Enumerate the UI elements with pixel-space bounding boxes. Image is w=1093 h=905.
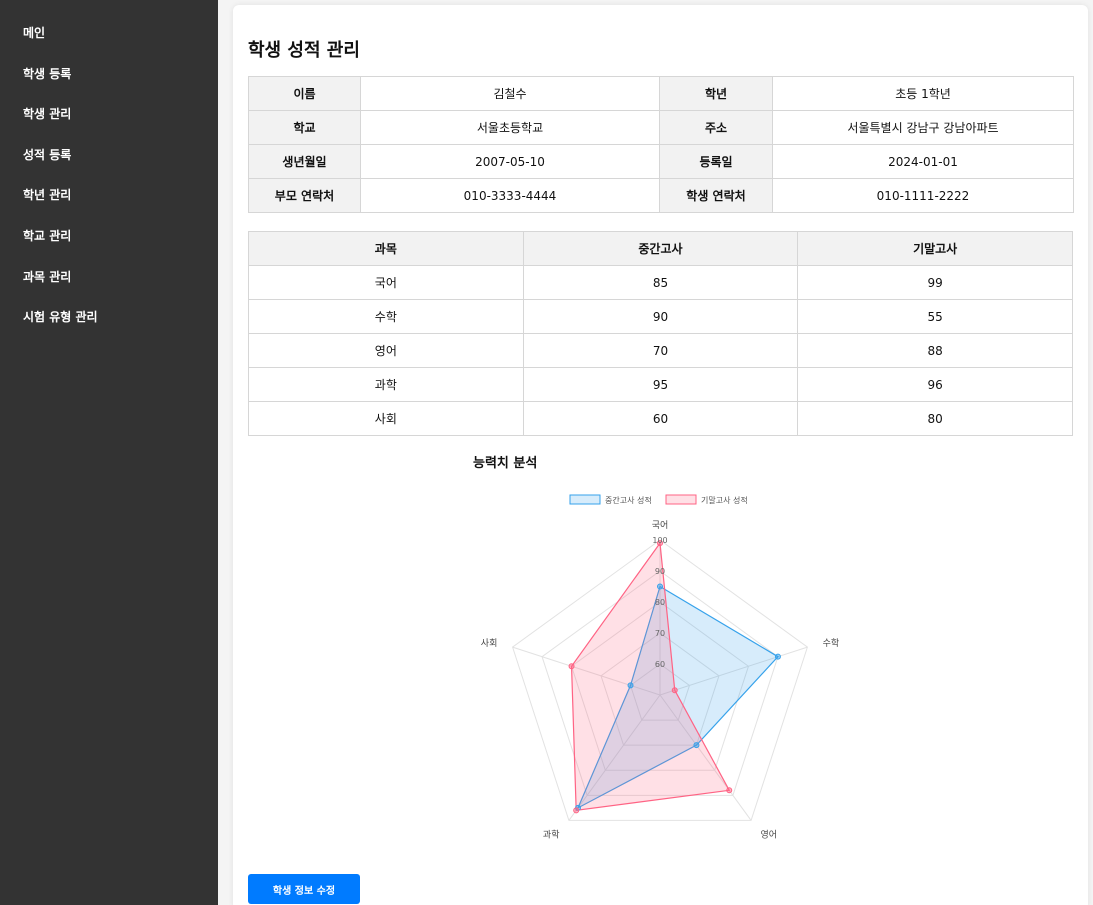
info-value-registered: 2024-01-01 xyxy=(772,144,1074,179)
info-label-grade: 학년 xyxy=(659,76,773,111)
info-row: 부모 연락처 010-3333-4444 학생 연락처 010-1111-222… xyxy=(248,178,1074,213)
radar-point xyxy=(568,663,575,670)
score-header-final: 기말고사 xyxy=(797,231,1073,266)
main-card: 학생 성적 관리 이름 김철수 학년 초등 1학년 학교 서울초등학교 주소 서… xyxy=(233,5,1088,905)
sidebar-item-exam-type-manage[interactable]: 시험 유형 관리 xyxy=(0,306,218,347)
score-final: 55 xyxy=(797,299,1073,334)
legend-swatch xyxy=(665,494,697,505)
score-midterm: 85 xyxy=(522,265,799,300)
table-row: 과학 95 96 xyxy=(248,367,1073,402)
info-label-school: 학교 xyxy=(248,110,361,145)
table-row: 국어 85 99 xyxy=(248,265,1073,300)
sidebar-item-grade-register[interactable]: 성적 등록 xyxy=(0,144,218,185)
radar-point xyxy=(774,653,781,660)
info-row: 생년월일 2007-05-10 등록일 2024-01-01 xyxy=(248,144,1074,179)
radar-point xyxy=(671,687,678,694)
radar-point xyxy=(573,807,580,814)
radar-tick-label: 90 xyxy=(655,567,665,576)
score-header-row: 과목 중간고사 기말고사 xyxy=(248,231,1073,266)
sidebar: 메인 학생 등록 학생 관리 성적 등록 학년 관리 학교 관리 과목 관리 시… xyxy=(0,0,218,905)
radar-point xyxy=(657,583,663,590)
info-label-address: 주소 xyxy=(659,110,773,145)
sidebar-item-year-manage[interactable]: 학년 관리 xyxy=(0,184,218,225)
score-table: 과목 중간고사 기말고사 국어 85 99 수학 90 55 영어 70 88 xyxy=(248,231,1073,436)
score-subject: 사회 xyxy=(248,401,524,436)
score-final: 80 xyxy=(797,401,1073,436)
student-info-table: 이름 김철수 학년 초등 1학년 학교 서울초등학교 주소 서울특별시 강남구 … xyxy=(248,76,1074,213)
legend-swatch xyxy=(569,494,601,505)
radar-category-label: 사회 xyxy=(481,638,498,649)
score-subject: 수학 xyxy=(248,299,524,334)
radar-point xyxy=(627,682,634,689)
radar-chart-container: 능력치 분석 60 70 80 90 100 국어 수학 영어 과학 사회 중간고사 성적 기말고사 … xyxy=(248,445,1073,875)
info-value-parent-contact: 010-3333-4444 xyxy=(360,178,660,213)
radar-point xyxy=(693,742,700,749)
info-row: 이름 김철수 학년 초등 1학년 xyxy=(248,76,1074,111)
score-header-midterm: 중간고사 xyxy=(522,231,799,266)
score-midterm: 95 xyxy=(522,367,799,402)
score-midterm: 90 xyxy=(522,299,799,334)
radar-category-label: 영어 xyxy=(761,829,778,840)
sidebar-item-main[interactable]: 메인 xyxy=(0,22,218,63)
radar-tick-label: 70 xyxy=(655,629,665,638)
radar-tick-label: 60 xyxy=(655,660,665,669)
info-value-birthdate: 2007-05-10 xyxy=(360,144,660,179)
sidebar-item-school-manage[interactable]: 학교 관리 xyxy=(0,225,218,266)
table-row: 수학 90 55 xyxy=(248,299,1073,334)
radar-category-label: 국어 xyxy=(652,520,669,531)
legend-label: 기말고사 성적 xyxy=(701,495,748,505)
info-value-address: 서울특별시 강남구 강남아파트 xyxy=(772,110,1074,145)
info-label-registered: 등록일 xyxy=(659,144,773,179)
info-label-student-contact: 학생 연락처 xyxy=(659,178,773,213)
score-subject: 국어 xyxy=(248,265,524,300)
info-label-birthdate: 생년월일 xyxy=(248,144,361,179)
page-title: 학생 성적 관리 xyxy=(248,40,360,61)
score-subject: 영어 xyxy=(248,333,524,368)
info-value-name: 김철수 xyxy=(360,76,660,111)
sidebar-item-student-manage[interactable]: 학생 관리 xyxy=(0,103,218,144)
score-final: 96 xyxy=(797,367,1073,402)
sidebar-item-student-register[interactable]: 학생 등록 xyxy=(0,63,218,104)
radar-tick-label: 100 xyxy=(652,536,667,545)
score-header-subject: 과목 xyxy=(248,231,524,266)
radar-category-label: 과학 xyxy=(543,829,560,840)
radar-point xyxy=(726,787,733,794)
sidebar-item-subject-manage[interactable]: 과목 관리 xyxy=(0,266,218,307)
score-final: 99 xyxy=(797,265,1073,300)
table-row: 사회 60 80 xyxy=(248,401,1073,436)
radar-tick-label: 80 xyxy=(655,598,665,607)
info-value-grade: 초등 1학년 xyxy=(772,76,1074,111)
score-midterm: 60 xyxy=(522,401,799,436)
score-midterm: 70 xyxy=(522,333,799,368)
info-label-parent-contact: 부모 연락처 xyxy=(248,178,361,213)
table-row: 영어 70 88 xyxy=(248,333,1073,368)
info-label-name: 이름 xyxy=(248,76,361,111)
edit-student-button[interactable]: 학생 정보 수정 xyxy=(248,874,360,904)
legend-label: 중간고사 성적 xyxy=(605,495,652,505)
info-row: 학교 서울초등학교 주소 서울특별시 강남구 강남아파트 xyxy=(248,110,1074,145)
info-value-school: 서울초등학교 xyxy=(360,110,660,145)
radar-chart: 60 70 80 90 100 국어수학영어 과학 사회 중간고사 성적 기말고사 성적 xyxy=(481,494,840,840)
score-final: 88 xyxy=(797,333,1073,368)
sidebar-menu: 메인 학생 등록 학생 관리 성적 등록 학년 관리 학교 관리 과목 관리 시… xyxy=(0,0,218,347)
radar-category-label: 수학 xyxy=(823,638,840,649)
info-value-student-contact: 010-1111-2222 xyxy=(772,178,1074,213)
score-subject: 과학 xyxy=(248,367,524,402)
